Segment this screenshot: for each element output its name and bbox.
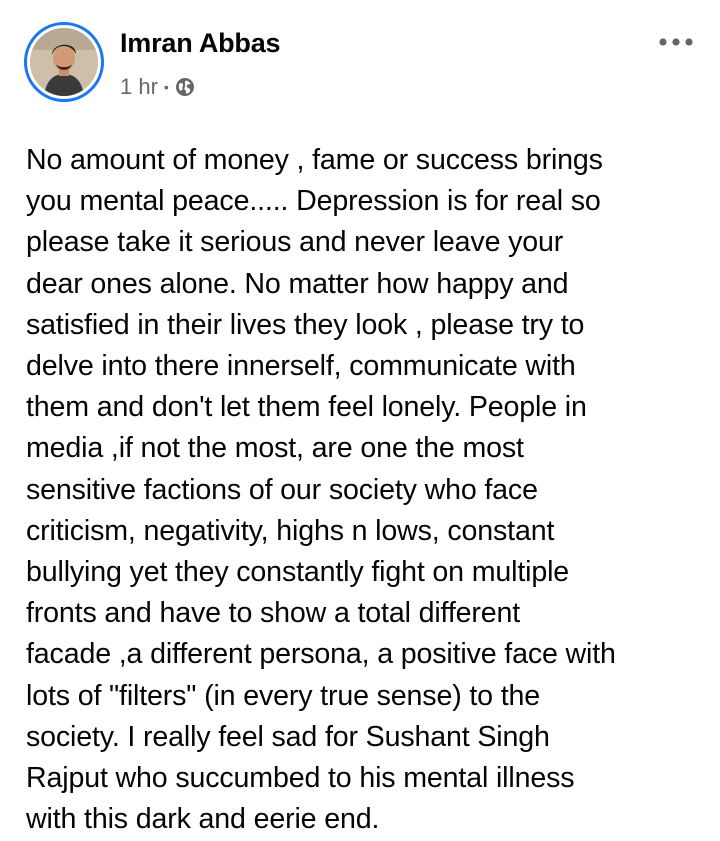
more-horizontal-icon bbox=[659, 38, 693, 46]
post-timestamp[interactable]: 1 hr bbox=[120, 74, 158, 100]
author-name[interactable]: Imran Abbas bbox=[120, 28, 281, 59]
profile-photo-icon bbox=[30, 28, 98, 96]
avatar-photo bbox=[30, 28, 98, 96]
post-meta: 1 hr • bbox=[120, 74, 195, 100]
post-header: Imran Abbas 1 hr • bbox=[24, 22, 696, 108]
meta-separator: • bbox=[163, 79, 169, 95]
avatar[interactable] bbox=[24, 22, 104, 102]
post-text: No amount of money , fame or success bri… bbox=[26, 144, 616, 836]
more-options-button[interactable] bbox=[656, 30, 696, 54]
facebook-post: Imran Abbas 1 hr • No amount of money , … bbox=[0, 0, 720, 841]
globe-icon[interactable] bbox=[175, 77, 195, 97]
